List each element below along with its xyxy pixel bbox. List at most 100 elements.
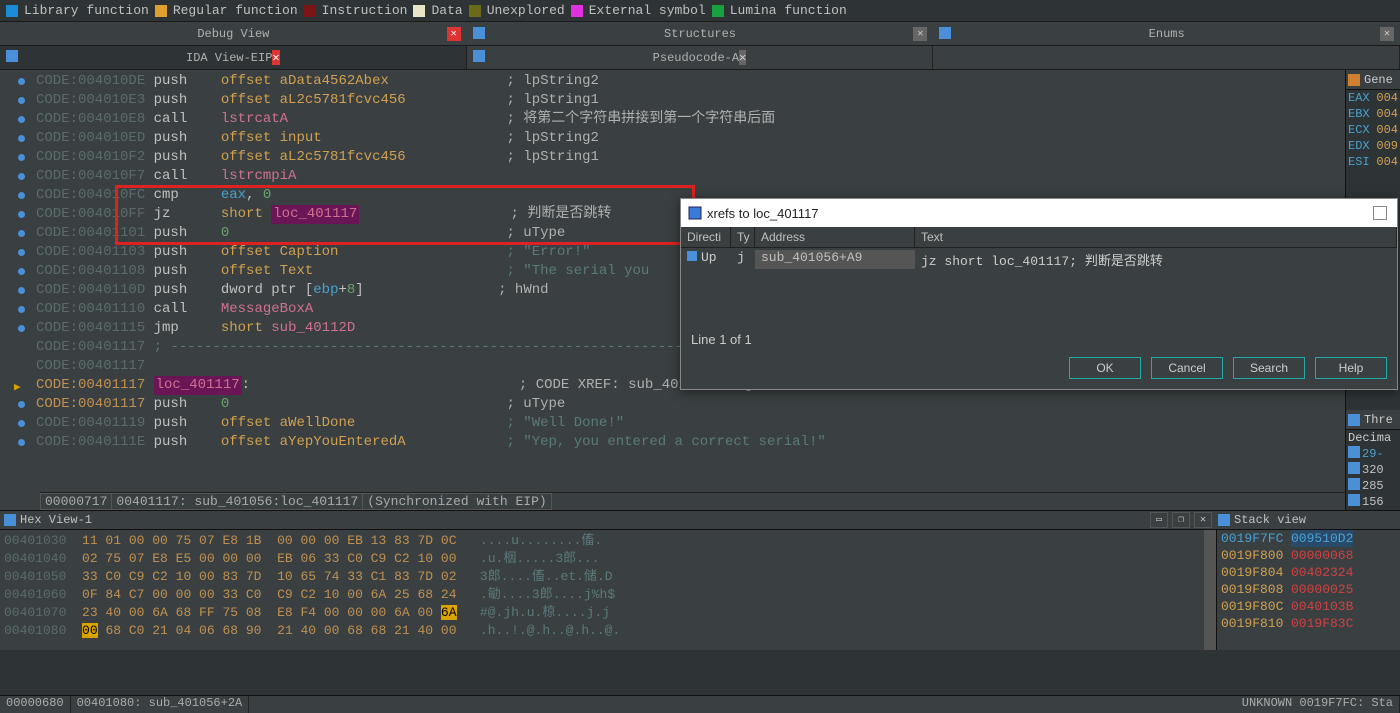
- disasm-line[interactable]: CODE:004010E3 push offset aL2c5781fcvc45…: [0, 91, 1345, 110]
- hex-line[interactable]: 00401040 02 75 07 E8 E5 00 00 00 EB 06 3…: [4, 550, 1200, 568]
- comment: ; "Error!": [507, 243, 591, 262]
- breakpoint-dot[interactable]: [18, 325, 25, 332]
- stack-view[interactable]: 0019F7FC009510D20019F800000000680019F804…: [1216, 530, 1400, 650]
- close-icon[interactable]: ✕: [913, 27, 927, 41]
- stack-icon: [1218, 514, 1230, 526]
- disasm-line[interactable]: CODE:004010ED push offset input ; lpStri…: [0, 129, 1345, 148]
- xrefs-title-bar[interactable]: xrefs to loc_401117: [681, 199, 1397, 227]
- close-icon[interactable]: ✕: [272, 50, 279, 65]
- registers-header[interactable]: Gene: [1346, 70, 1400, 90]
- disasm-line[interactable]: CODE:004010E8 call lstrcatA ; 将第二个字符串拼接到…: [0, 110, 1345, 129]
- hex-line[interactable]: 00401080 00 68 C0 21 04 06 68 90 21 40 0…: [4, 622, 1200, 640]
- view-tab[interactable]: Pseudocode-A✕: [467, 46, 934, 69]
- tab-label: Debug View: [197, 27, 269, 41]
- cancel-button[interactable]: Cancel: [1151, 357, 1223, 379]
- help-button[interactable]: Help: [1315, 357, 1387, 379]
- xrefs-buttons: OK Cancel Search Help: [685, 351, 1393, 385]
- breakpoint-dot[interactable]: [18, 78, 25, 85]
- close-icon[interactable]: ✕: [1380, 27, 1394, 41]
- view-tab[interactable]: [933, 46, 1400, 69]
- register-row[interactable]: ESI004: [1346, 154, 1400, 170]
- breakpoint-dot[interactable]: [18, 230, 25, 237]
- register-row[interactable]: ECX004: [1346, 122, 1400, 138]
- close-button[interactable]: ✕: [1194, 512, 1212, 528]
- decimal-row[interactable]: 320: [1346, 462, 1400, 478]
- disasm-line[interactable]: CODE:004010F7 call lstrcmpiA: [0, 167, 1345, 186]
- breakpoint-dot[interactable]: [18, 135, 25, 142]
- operand-number: 0: [263, 186, 271, 205]
- col-text[interactable]: Text: [915, 227, 1397, 247]
- col-type[interactable]: Ty: [731, 227, 755, 247]
- breakpoint-dot[interactable]: [18, 97, 25, 104]
- mnemonic: cmp: [154, 186, 221, 205]
- gutter: [0, 357, 36, 376]
- stack-row[interactable]: 0019F8100019F83C: [1217, 615, 1400, 632]
- stack-row[interactable]: 0019F7FC009510D2: [1217, 530, 1400, 547]
- stack-row[interactable]: 0019F80800000025: [1217, 581, 1400, 598]
- thr-tab-label: Thre: [1364, 413, 1393, 427]
- decimal-row[interactable]: 29-: [1346, 446, 1400, 462]
- comment: ; "The serial you: [507, 262, 650, 281]
- disasm-line[interactable]: CODE:0040111E push offset aYepYouEntered…: [0, 433, 1345, 452]
- disasm-line[interactable]: CODE:00401117 push 0 ; uType: [0, 395, 1345, 414]
- reg-value: 004: [1376, 122, 1398, 138]
- legend-swatch: [469, 5, 481, 17]
- stack-row[interactable]: 0019F80400402324: [1217, 564, 1400, 581]
- maximize-button[interactable]: [1373, 206, 1387, 220]
- xrefs-row[interactable]: Up j sub_401056+A9 jz short loc_401117; …: [681, 248, 1397, 271]
- register-row[interactable]: EAX004: [1346, 90, 1400, 106]
- close-icon[interactable]: ✕: [739, 50, 746, 65]
- breakpoint-dot[interactable]: [18, 439, 25, 446]
- breakpoint-dot[interactable]: [18, 306, 25, 313]
- tab-icon: [6, 50, 18, 66]
- cell-type: j: [731, 250, 755, 269]
- search-button[interactable]: Search: [1233, 357, 1305, 379]
- col-direction[interactable]: Directi: [681, 227, 731, 247]
- breakpoint-dot[interactable]: [18, 192, 25, 199]
- top-tab[interactable]: Structures✕: [467, 22, 934, 45]
- hex-line[interactable]: 00401030 11 01 00 00 75 07 E8 1B 00 00 0…: [4, 532, 1200, 550]
- breakpoint-dot[interactable]: [18, 173, 25, 180]
- window-button[interactable]: ▭: [1150, 512, 1168, 528]
- hex-line[interactable]: 00401050 33 C0 C9 C2 10 00 83 7D 10 65 7…: [4, 568, 1200, 586]
- tab-label: Pseudocode-A: [653, 51, 739, 65]
- stack-value: 0019F83C: [1291, 615, 1353, 632]
- hex-line[interactable]: 00401070 23 40 00 6A 68 FF 75 08 E8 F4 0…: [4, 604, 1200, 622]
- ok-button[interactable]: OK: [1069, 357, 1141, 379]
- legend-swatch: [712, 5, 724, 17]
- legend-label: Data: [431, 3, 462, 18]
- breakpoint-dot[interactable]: [18, 116, 25, 123]
- address: CODE:004010E3: [36, 91, 154, 110]
- breakpoint-dot[interactable]: [18, 401, 25, 408]
- restore-button[interactable]: ❐: [1172, 512, 1190, 528]
- reg-name: EBX: [1348, 106, 1376, 122]
- mnemonic: push: [154, 414, 221, 433]
- xrefs-dialog[interactable]: xrefs to loc_401117 Directi Ty Address T…: [680, 198, 1398, 390]
- breakpoint-dot[interactable]: [18, 154, 25, 161]
- register-row[interactable]: EDX009: [1346, 138, 1400, 154]
- breakpoint-dot[interactable]: [18, 287, 25, 294]
- hex-dump[interactable]: 00401030 11 01 00 00 75 07 E8 1B 00 00 0…: [0, 530, 1204, 650]
- breakpoint-dot[interactable]: [18, 268, 25, 275]
- address: CODE:004010FC: [36, 186, 154, 205]
- register-row[interactable]: EBX004: [1346, 106, 1400, 122]
- breakpoint-dot[interactable]: [18, 211, 25, 218]
- stack-row[interactable]: 0019F80000000068: [1217, 547, 1400, 564]
- view-tab[interactable]: IDA View-EIP✕: [0, 46, 467, 69]
- disasm-line[interactable]: CODE:00401119 push offset aWellDone ; "W…: [0, 414, 1345, 433]
- top-tab[interactable]: Debug View ✕: [0, 22, 467, 45]
- reg-name: ECX: [1348, 122, 1376, 138]
- close-icon[interactable]: ✕: [447, 27, 461, 41]
- disasm-line[interactable]: CODE:004010F2 push offset aL2c5781fcvc45…: [0, 148, 1345, 167]
- hex-line[interactable]: 00401060 0F 84 C7 00 00 00 33 C0 C9 C2 1…: [4, 586, 1200, 604]
- threads-header[interactable]: Thre: [1346, 410, 1400, 430]
- top-tab[interactable]: Enums✕: [933, 22, 1400, 45]
- stack-row[interactable]: 0019F80C0040103B: [1217, 598, 1400, 615]
- decimal-row[interactable]: 156: [1346, 494, 1400, 510]
- decimal-row[interactable]: 285: [1346, 478, 1400, 494]
- col-address[interactable]: Address: [755, 227, 915, 247]
- breakpoint-dot[interactable]: [18, 249, 25, 256]
- scrollbar[interactable]: [1204, 530, 1216, 650]
- disasm-line[interactable]: CODE:004010DE push offset aData4562Abex …: [0, 72, 1345, 91]
- breakpoint-dot[interactable]: [18, 420, 25, 427]
